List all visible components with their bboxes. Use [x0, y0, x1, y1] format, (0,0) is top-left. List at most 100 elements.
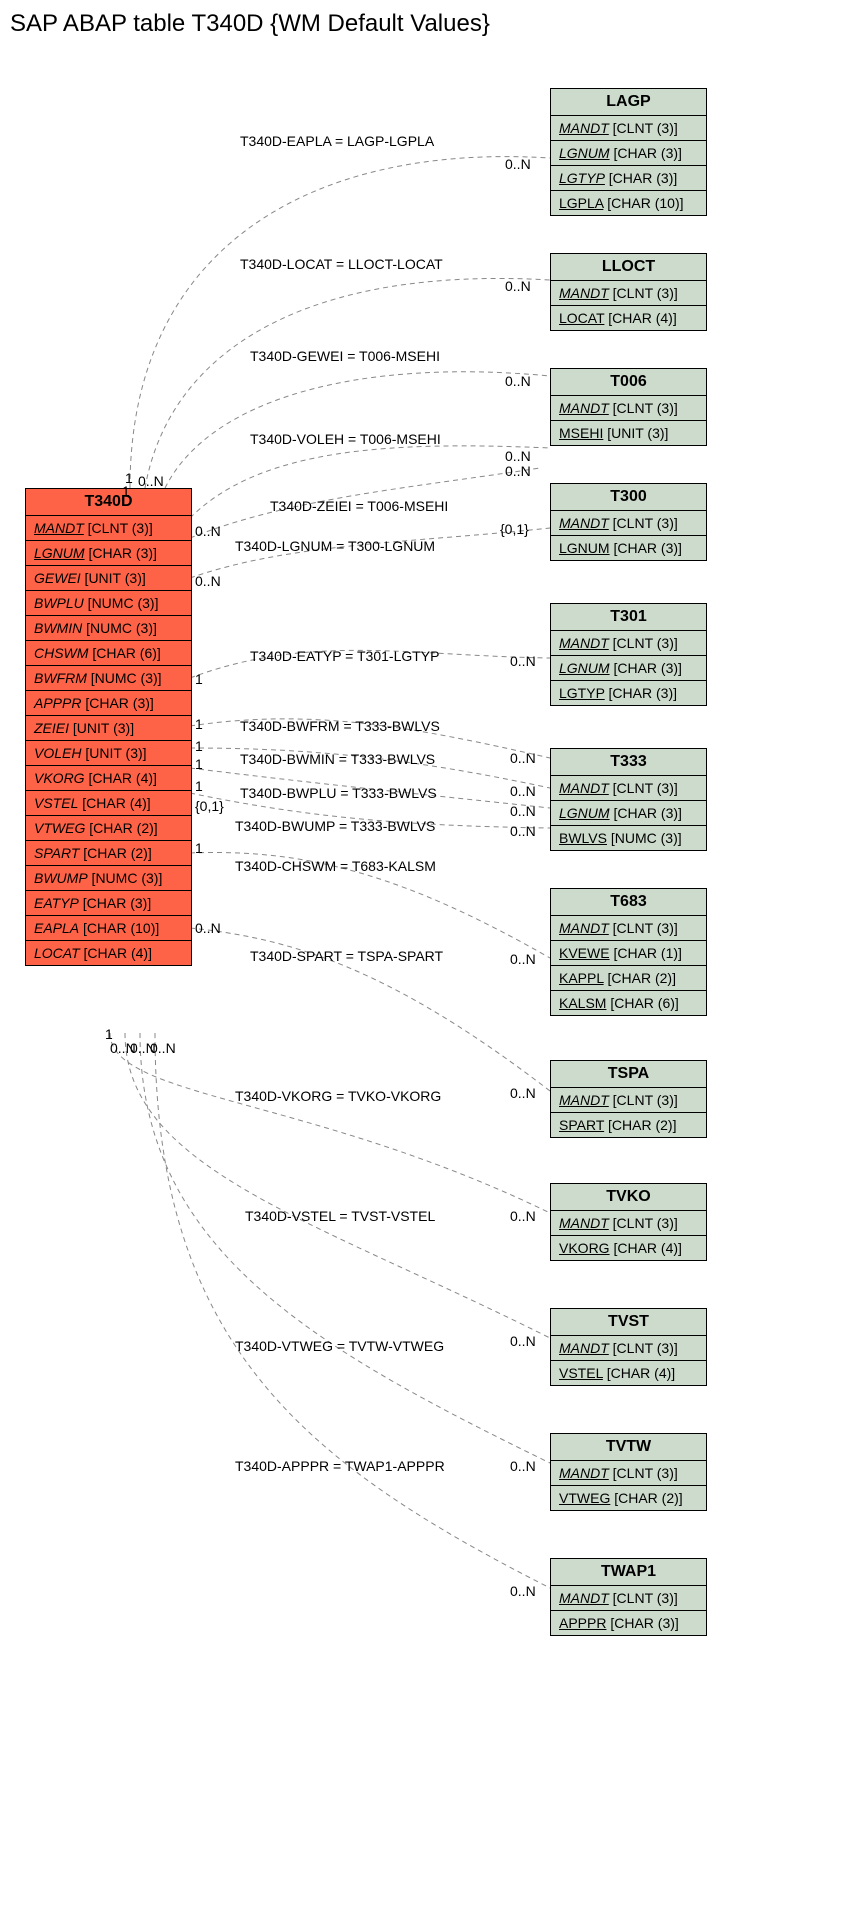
entity-t333: T333MANDT [CLNT (3)]LGNUM [CHAR (3)]BWLV…	[550, 748, 707, 851]
relation-label: T340D-ZEIEI = T006-MSEHI	[270, 498, 448, 514]
cardinality-left: 1	[122, 483, 130, 499]
field-vtweg: VTWEG [CHAR (2)]	[26, 816, 191, 841]
cardinality-left: 1	[195, 738, 203, 754]
cardinality-right: 0..N	[510, 1085, 536, 1101]
field-mandt: MANDT [CLNT (3)]	[551, 511, 706, 536]
connector-lines	[10, 48, 847, 1898]
cardinality-right: 0..N	[510, 823, 536, 839]
cardinality-left: 0..N	[138, 473, 164, 489]
field-vtweg: VTWEG [CHAR (2)]	[551, 1486, 706, 1510]
cardinality-left: 1	[195, 671, 203, 687]
er-diagram: T340D MANDT [CLNT (3)]LGNUM [CHAR (3)]GE…	[10, 48, 847, 1898]
cardinality-right: 0..N	[510, 750, 536, 766]
relation-label: T340D-EAPLA = LAGP-LGPLA	[240, 133, 434, 149]
field-bwplu: BWPLU [NUMC (3)]	[26, 591, 191, 616]
field-vkorg: VKORG [CHAR (4)]	[551, 1236, 706, 1260]
relation-label: T340D-BWFRM = T333-BWLVS	[240, 718, 440, 734]
relation-label: T340D-VOLEH = T006-MSEHI	[250, 431, 441, 447]
field-mandt: MANDT [CLNT (3)]	[551, 1088, 706, 1113]
entity-header: TVKO	[551, 1184, 706, 1211]
field-spart: SPART [CHAR (2)]	[551, 1113, 706, 1137]
field-kalsm: KALSM [CHAR (6)]	[551, 991, 706, 1015]
entity-tvtw: TVTWMANDT [CLNT (3)]VTWEG [CHAR (2)]	[550, 1433, 707, 1511]
cardinality-right: 0..N	[505, 373, 531, 389]
entity-tvst: TVSTMANDT [CLNT (3)]VSTEL [CHAR (4)]	[550, 1308, 707, 1386]
field-lgnum: LGNUM [CHAR (3)]	[551, 801, 706, 826]
cardinality-right: 0..N	[510, 1458, 536, 1474]
field-kappl: KAPPL [CHAR (2)]	[551, 966, 706, 991]
field-mandt: MANDT [CLNT (3)]	[26, 516, 191, 541]
cardinality-left: {0,1}	[195, 798, 224, 814]
field-vstel: VSTEL [CHAR (4)]	[26, 791, 191, 816]
cardinality-left: 1	[195, 778, 203, 794]
relation-label: T340D-BWUMP = T333-BWLVS	[235, 818, 435, 834]
field-mandt: MANDT [CLNT (3)]	[551, 1461, 706, 1486]
entity-t340d: T340D MANDT [CLNT (3)]LGNUM [CHAR (3)]GE…	[25, 488, 192, 966]
field-eapla: EAPLA [CHAR (10)]	[26, 916, 191, 941]
relation-label: T340D-EATYP = T301-LGTYP	[250, 648, 439, 664]
entity-header: TVST	[551, 1309, 706, 1336]
field-lgpla: LGPLA [CHAR (10)]	[551, 191, 706, 215]
field-kvewe: KVEWE [CHAR (1)]	[551, 941, 706, 966]
cardinality-right: 0..N	[505, 156, 531, 172]
field-mandt: MANDT [CLNT (3)]	[551, 116, 706, 141]
relation-label: T340D-VTWEG = TVTW-VTWEG	[235, 1338, 444, 1354]
entity-t006: T006MANDT [CLNT (3)]MSEHI [UNIT (3)]	[550, 368, 707, 446]
field-apppr: APPPR [CHAR (3)]	[26, 691, 191, 716]
cardinality-right: 0..N	[505, 463, 531, 479]
entity-t683: T683MANDT [CLNT (3)]KVEWE [CHAR (1)]KAPP…	[550, 888, 707, 1016]
relation-label: T340D-CHSWM = T683-KALSM	[235, 858, 436, 874]
field-mandt: MANDT [CLNT (3)]	[551, 396, 706, 421]
entity-header: T300	[551, 484, 706, 511]
field-locat: LOCAT [CHAR (4)]	[551, 306, 706, 330]
entity-header: LAGP	[551, 89, 706, 116]
field-apppr: APPPR [CHAR (3)]	[551, 1611, 706, 1635]
cardinality-right: {0,1}	[500, 521, 529, 537]
field-bwlvs: BWLVS [NUMC (3)]	[551, 826, 706, 850]
cardinality-left: 1	[195, 840, 203, 856]
field-lgnum: LGNUM [CHAR (3)]	[551, 656, 706, 681]
entity-tspa: TSPAMANDT [CLNT (3)]SPART [CHAR (2)]	[550, 1060, 707, 1138]
cardinality-left: 0..N	[195, 573, 221, 589]
entity-header: T006	[551, 369, 706, 396]
field-bwmin: BWMIN [NUMC (3)]	[26, 616, 191, 641]
cardinality-left: 1	[195, 716, 203, 732]
cardinality-right: 0..N	[505, 448, 531, 464]
field-lgnum: LGNUM [CHAR (3)]	[551, 536, 706, 560]
relation-label: T340D-APPPR = TWAP1-APPPR	[235, 1458, 445, 1474]
entity-t340d-header: T340D	[26, 489, 191, 516]
field-eatyp: EATYP [CHAR (3)]	[26, 891, 191, 916]
field-mandt: MANDT [CLNT (3)]	[551, 1211, 706, 1236]
entity-lloct: LLOCTMANDT [CLNT (3)]LOCAT [CHAR (4)]	[550, 253, 707, 331]
field-mandt: MANDT [CLNT (3)]	[551, 916, 706, 941]
field-vkorg: VKORG [CHAR (4)]	[26, 766, 191, 791]
entity-t300: T300MANDT [CLNT (3)]LGNUM [CHAR (3)]	[550, 483, 707, 561]
field-vstel: VSTEL [CHAR (4)]	[551, 1361, 706, 1385]
entity-twap1: TWAP1MANDT [CLNT (3)]APPPR [CHAR (3)]	[550, 1558, 707, 1636]
relation-label: T340D-LGNUM = T300-LGNUM	[235, 538, 435, 554]
cardinality-right: 0..N	[510, 951, 536, 967]
entity-header: LLOCT	[551, 254, 706, 281]
cardinality-left: 0..N	[195, 920, 221, 936]
field-locat: LOCAT [CHAR (4)]	[26, 941, 191, 965]
cardinality-left: 1	[195, 756, 203, 772]
field-mandt: MANDT [CLNT (3)]	[551, 631, 706, 656]
entity-header: T333	[551, 749, 706, 776]
relation-label: T340D-VKORG = TVKO-VKORG	[235, 1088, 441, 1104]
cardinality-left: 0..N	[150, 1040, 176, 1056]
entity-tvko: TVKOMANDT [CLNT (3)]VKORG [CHAR (4)]	[550, 1183, 707, 1261]
page-title: SAP ABAP table T340D {WM Default Values}	[10, 10, 857, 38]
field-voleh: VOLEH [UNIT (3)]	[26, 741, 191, 766]
relation-label: T340D-LOCAT = LLOCT-LOCAT	[240, 256, 443, 272]
cardinality-right: 0..N	[510, 1208, 536, 1224]
field-lgnum: LGNUM [CHAR (3)]	[551, 141, 706, 166]
field-lgtyp: LGTYP [CHAR (3)]	[551, 166, 706, 191]
field-bwump: BWUMP [NUMC (3)]	[26, 866, 191, 891]
relation-label: T340D-BWPLU = T333-BWLVS	[240, 785, 437, 801]
field-gewei: GEWEI [UNIT (3)]	[26, 566, 191, 591]
entity-header: TSPA	[551, 1061, 706, 1088]
field-mandt: MANDT [CLNT (3)]	[551, 1336, 706, 1361]
cardinality-right: 0..N	[510, 1333, 536, 1349]
entity-header: T301	[551, 604, 706, 631]
field-bwfrm: BWFRM [NUMC (3)]	[26, 666, 191, 691]
